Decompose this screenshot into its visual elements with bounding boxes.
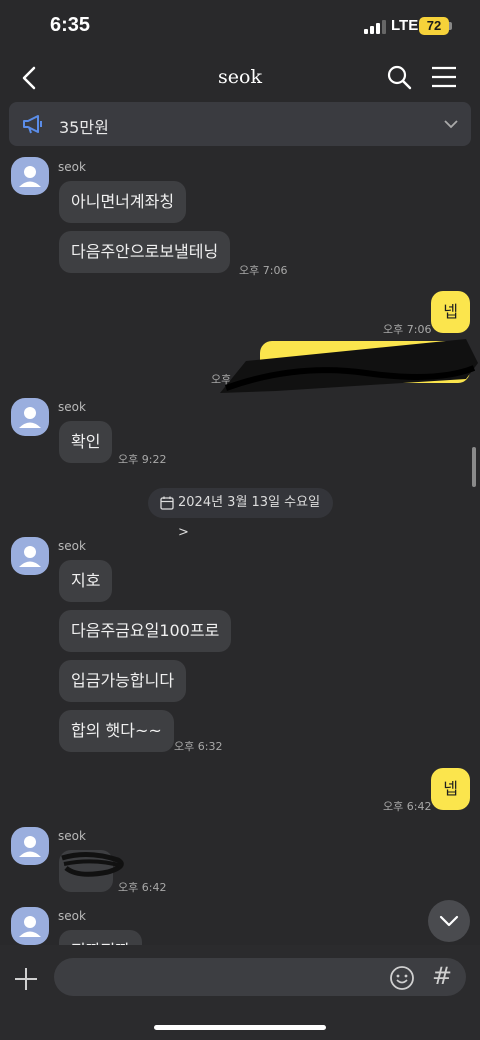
status-time: 6:35 xyxy=(50,14,91,36)
message-composer: # xyxy=(0,945,480,1040)
date-text: 2024년 3월 13일 수요일 > xyxy=(178,495,321,540)
chat-header: seok xyxy=(0,56,480,100)
battery-icon: 72 xyxy=(419,17,449,35)
message-bubble[interactable]: 합의 햇다~~ xyxy=(59,710,174,752)
message-time: 오후 6:32 xyxy=(174,740,223,753)
search-icon[interactable] xyxy=(386,64,412,90)
calendar-icon xyxy=(160,496,174,510)
avatar[interactable] xyxy=(11,907,49,945)
sender-name: seok xyxy=(58,539,86,553)
redaction-scribble xyxy=(61,852,124,877)
person-icon xyxy=(19,546,41,567)
chevron-down-icon xyxy=(439,915,459,927)
my-message-bubble[interactable]: 넵 xyxy=(431,291,470,333)
person-icon xyxy=(19,836,41,857)
avatar[interactable] xyxy=(11,827,49,865)
emoji-icon[interactable] xyxy=(389,965,415,991)
avatar[interactable] xyxy=(11,537,49,575)
date-divider[interactable]: 2024년 3월 13일 수요일 > xyxy=(148,488,333,540)
plus-icon[interactable] xyxy=(12,965,40,993)
scrollbar-thumb[interactable] xyxy=(472,447,476,487)
status-bar: 6:35 LTE 72 xyxy=(0,0,480,56)
redaction-scribble xyxy=(220,339,478,393)
battery-tip xyxy=(449,22,452,30)
avatar[interactable] xyxy=(11,157,49,195)
hashtag-icon[interactable]: # xyxy=(432,962,452,990)
message-time: 오후 6:42 xyxy=(118,881,167,894)
message-bubble[interactable]: 지호 xyxy=(59,560,113,602)
signal-icon xyxy=(364,20,386,34)
megaphone-icon xyxy=(23,115,42,134)
avatar[interactable] xyxy=(11,398,49,436)
sender-name: seok xyxy=(58,400,86,414)
message-bubble[interactable]: 다음주금요일100프로 xyxy=(59,610,232,652)
person-icon xyxy=(19,916,41,937)
message-bubble[interactable]: 아니면너계좌칭 xyxy=(59,181,187,223)
message-time: 오후 9:22 xyxy=(118,453,167,466)
menu-icon[interactable] xyxy=(430,64,458,90)
chevron-down-icon[interactable] xyxy=(443,116,459,132)
person-icon xyxy=(19,166,41,187)
my-message-bubble[interactable]: 넵 xyxy=(431,768,470,810)
person-icon xyxy=(19,407,41,428)
notice-banner[interactable]: 35만원 xyxy=(9,102,471,146)
sender-name: seok xyxy=(58,909,86,923)
network-type: LTE xyxy=(391,17,419,34)
home-indicator xyxy=(154,1025,326,1030)
message-time: 오후 7:06 xyxy=(239,264,288,277)
message-bubble[interactable]: 확인 xyxy=(59,421,113,463)
message-bubble[interactable]: 입금가능합니다 xyxy=(59,660,187,702)
message-bubble[interactable]: 다음주안으로보낼테닝 xyxy=(59,231,231,273)
notice-text: 35만원 xyxy=(59,118,109,137)
scroll-down-button[interactable] xyxy=(428,900,470,942)
message-time: 오후 6:42 xyxy=(383,800,432,813)
sender-name: seok xyxy=(58,160,86,174)
sender-name: seok xyxy=(58,829,86,843)
